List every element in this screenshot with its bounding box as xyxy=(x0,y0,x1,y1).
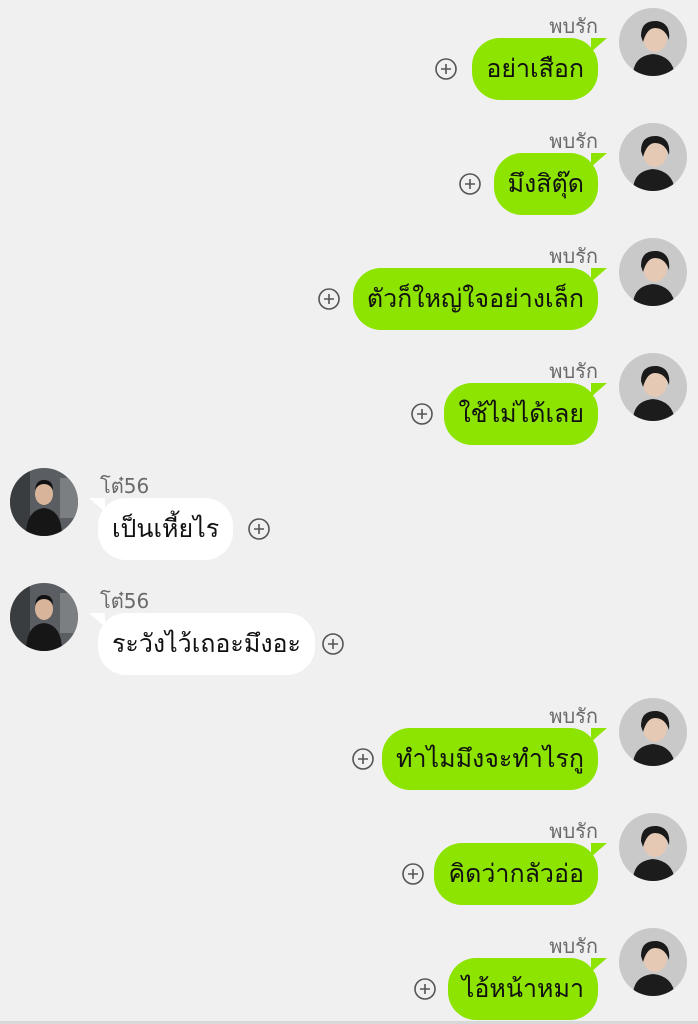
avatar[interactable] xyxy=(619,353,687,421)
add-reaction-icon[interactable] xyxy=(414,978,436,1000)
message-bubble[interactable]: ระวังไว้เถอะมึงอะ xyxy=(89,613,315,675)
avatar[interactable] xyxy=(619,8,687,76)
message-bubble[interactable]: ตัวก็ใหญ่ใจอย่างเล็ก xyxy=(352,268,608,330)
add-reaction-icon[interactable] xyxy=(402,863,424,885)
message-row: พบรัก ไอ้หน้าหมา xyxy=(0,920,698,1024)
avatar[interactable] xyxy=(619,698,687,766)
add-reaction-icon[interactable] xyxy=(435,58,457,80)
message-row: พบรัก ใช้ไม่ได้เลย xyxy=(0,345,698,460)
add-reaction-icon[interactable] xyxy=(322,633,344,655)
chat-thread[interactable]: พบรัก อย่าเสือก พบรัก มึงสิตุ๊ด พบรัก ตั… xyxy=(0,0,698,1024)
message-row: โต๋56 เป็นเหี้ยไร xyxy=(0,460,698,575)
message-row: พบรัก มึงสิตุ๊ด xyxy=(0,115,698,230)
avatar[interactable] xyxy=(10,583,78,651)
message-bubble[interactable]: คิดว่ากลัวอ่อ xyxy=(434,843,607,905)
avatar[interactable] xyxy=(619,928,687,996)
avatar[interactable] xyxy=(10,468,78,536)
message-bubble[interactable]: เป็นเหี้ยไร xyxy=(88,498,234,560)
add-reaction-icon[interactable] xyxy=(352,748,374,770)
add-reaction-icon[interactable] xyxy=(411,403,433,425)
avatar[interactable] xyxy=(619,123,687,191)
message-bubble[interactable]: อย่าเสือก xyxy=(472,38,607,100)
add-reaction-icon[interactable] xyxy=(459,173,481,195)
message-bubble[interactable]: ทำไมมึงจะทำไรกู xyxy=(382,728,607,790)
message-row: โต๋56 ระวังไว้เถอะมึงอะ xyxy=(0,575,698,690)
message-row: พบรัก ทำไมมึงจะทำไรกู xyxy=(0,690,698,805)
message-bubble[interactable]: ไอ้หน้าหมา xyxy=(447,958,608,1020)
avatar[interactable] xyxy=(619,813,687,881)
message-row: พบรัก คิดว่ากลัวอ่อ xyxy=(0,805,698,920)
add-reaction-icon[interactable] xyxy=(318,288,340,310)
avatar[interactable] xyxy=(619,238,687,306)
message-bubble[interactable]: ใช้ไม่ได้เลย xyxy=(444,383,607,445)
message-row: พบรัก อย่าเสือก xyxy=(0,0,698,115)
message-bubble[interactable]: มึงสิตุ๊ด xyxy=(493,153,608,215)
message-row: พบรัก ตัวก็ใหญ่ใจอย่างเล็ก xyxy=(0,230,698,345)
add-reaction-icon[interactable] xyxy=(248,518,270,540)
